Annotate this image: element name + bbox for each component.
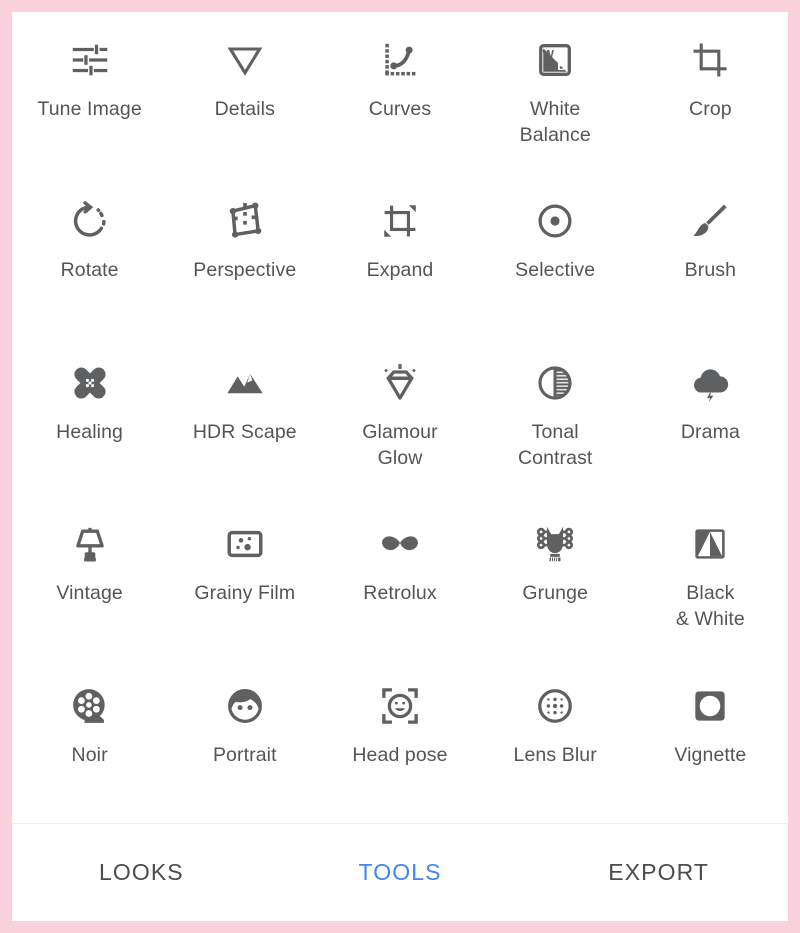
- tool-hdr-scape[interactable]: HDR Scape: [167, 339, 322, 500]
- tool-details[interactable]: Details: [167, 16, 322, 177]
- tool-label: Vintage: [56, 580, 122, 606]
- tool-label: Brush: [685, 257, 736, 283]
- tool-label: Tune Image: [37, 96, 141, 122]
- tool-expand[interactable]: Expand: [322, 177, 477, 338]
- tool-label: Curves: [369, 96, 431, 122]
- grain-frame-icon: [221, 520, 269, 568]
- rotate-icon: [66, 197, 114, 245]
- lamp-icon: [66, 520, 114, 568]
- diamond-sparkle-icon: [376, 359, 424, 407]
- tool-label: TonalContrast: [518, 419, 593, 471]
- tool-perspective[interactable]: Perspective: [167, 177, 322, 338]
- tool-retrolux[interactable]: Retrolux: [322, 500, 477, 661]
- tool-label: Grunge: [522, 580, 588, 606]
- tool-label: Selective: [515, 257, 595, 283]
- tool-label: Expand: [367, 257, 434, 283]
- tool-white-balance[interactable]: W B WhiteBalance: [478, 16, 633, 177]
- tool-vignette[interactable]: Vignette: [633, 662, 788, 823]
- guitar-headstock-icon: [531, 520, 579, 568]
- tab-export[interactable]: EXPORT: [529, 859, 788, 886]
- black-white-square-icon: [686, 520, 734, 568]
- editor-screen: Tune Image Details Curves W B WhiteBalan…: [12, 12, 788, 921]
- tool-label: Crop: [689, 96, 732, 122]
- sliders-icon: [66, 36, 114, 84]
- tool-label: Portrait: [213, 742, 277, 768]
- lens-blur-icon: [531, 682, 579, 730]
- face-frame-icon: [376, 682, 424, 730]
- perspective-icon: [221, 197, 269, 245]
- vignette-icon: [686, 682, 734, 730]
- tool-label: Perspective: [193, 257, 296, 283]
- tool-label: Details: [215, 96, 275, 122]
- tools-grid: Tune Image Details Curves W B WhiteBalan…: [12, 12, 788, 823]
- tool-label: Grainy Film: [194, 580, 295, 606]
- tool-lens-blur[interactable]: Lens Blur: [478, 662, 633, 823]
- tool-crop[interactable]: Crop: [633, 16, 788, 177]
- tool-portrait[interactable]: Portrait: [167, 662, 322, 823]
- mustache-icon: [376, 520, 424, 568]
- tool-tune-image[interactable]: Tune Image: [12, 16, 167, 177]
- tool-label: GlamourGlow: [362, 419, 437, 471]
- film-reel-icon: [66, 682, 114, 730]
- tab-tools[interactable]: TOOLS: [271, 859, 530, 886]
- tool-grunge[interactable]: Grunge: [478, 500, 633, 661]
- face-icon: [221, 682, 269, 730]
- tool-selective[interactable]: Selective: [478, 177, 633, 338]
- tool-curves[interactable]: Curves: [322, 16, 477, 177]
- brush-icon: [686, 197, 734, 245]
- tool-label: Rotate: [61, 257, 119, 283]
- tool-label: Lens Blur: [514, 742, 597, 768]
- curves-icon: [376, 36, 424, 84]
- tool-label: WhiteBalance: [520, 96, 591, 148]
- bandage-icon: [66, 359, 114, 407]
- expand-icon: [376, 197, 424, 245]
- tool-rotate[interactable]: Rotate: [12, 177, 167, 338]
- tool-label: Healing: [56, 419, 123, 445]
- tool-healing[interactable]: Healing: [12, 339, 167, 500]
- storm-cloud-icon: [686, 359, 734, 407]
- tool-noir[interactable]: Noir: [12, 662, 167, 823]
- mountains-icon: [221, 359, 269, 407]
- tool-grainy-film[interactable]: Grainy Film: [167, 500, 322, 661]
- tool-label: Black& White: [676, 580, 745, 632]
- tool-label: Retrolux: [363, 580, 436, 606]
- svg-text:W: W: [543, 48, 555, 62]
- triangle-down-icon: [221, 36, 269, 84]
- tool-label: Noir: [72, 742, 108, 768]
- tool-head-pose[interactable]: Head pose: [322, 662, 477, 823]
- tool-tonal-contrast[interactable]: TonalContrast: [478, 339, 633, 500]
- tool-drama[interactable]: Drama: [633, 339, 788, 500]
- tab-looks[interactable]: LOOKS: [12, 859, 271, 886]
- tool-label: Drama: [681, 419, 740, 445]
- white-balance-icon: W B: [531, 36, 579, 84]
- tool-label: Head pose: [352, 742, 447, 768]
- tool-glamour-glow[interactable]: GlamourGlow: [322, 339, 477, 500]
- crop-icon: [686, 36, 734, 84]
- tool-brush[interactable]: Brush: [633, 177, 788, 338]
- contrast-circle-icon: [531, 359, 579, 407]
- svg-text:B: B: [557, 59, 566, 73]
- tool-label: HDR Scape: [193, 419, 297, 445]
- bottom-tab-bar: LOOKSTOOLSEXPORT: [12, 823, 788, 921]
- tool-black-white[interactable]: Black& White: [633, 500, 788, 661]
- tool-label: Vignette: [674, 742, 746, 768]
- selective-target-icon: [531, 197, 579, 245]
- tool-vintage[interactable]: Vintage: [12, 500, 167, 661]
